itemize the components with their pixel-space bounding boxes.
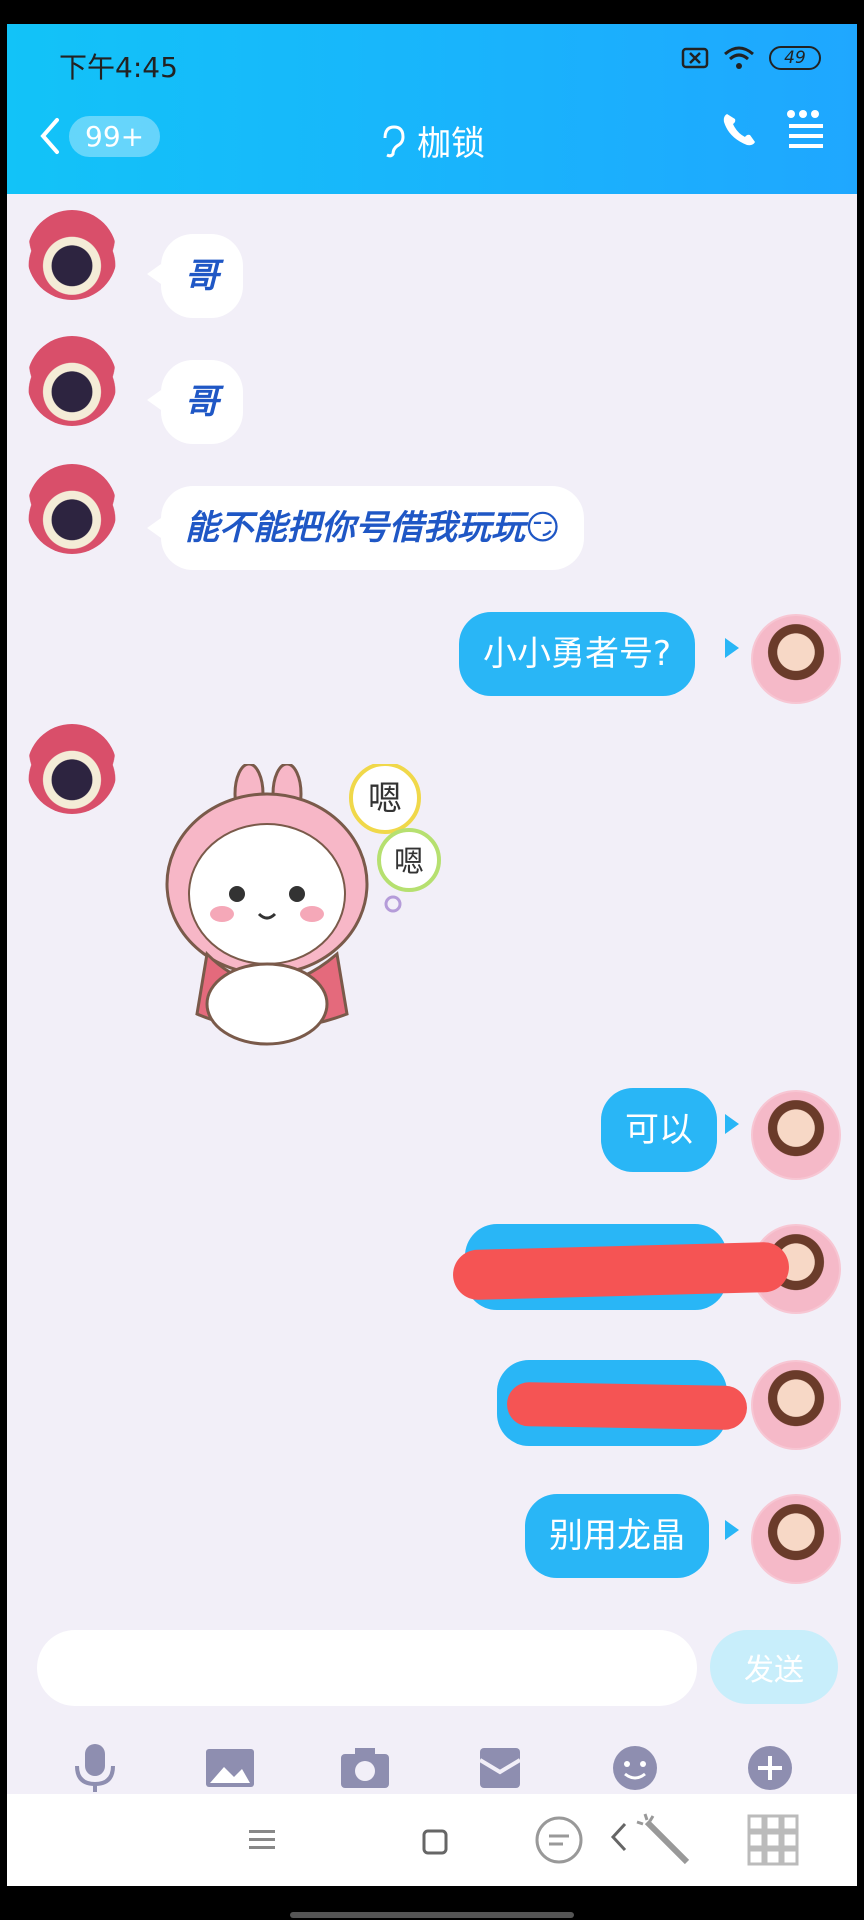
bubble-tail xyxy=(147,264,161,284)
recents-icon[interactable] xyxy=(247,1828,277,1852)
avatar-contact[interactable] xyxy=(27,724,117,814)
wallet-icon[interactable] xyxy=(470,1738,530,1798)
chat-title-text: 枷锁 xyxy=(417,124,485,164)
avatar-self[interactable] xyxy=(751,1360,841,1450)
floating-note-icon[interactable] xyxy=(531,1814,591,1866)
emoji-icon[interactable] xyxy=(605,1738,665,1798)
sticker-text: 嗯 xyxy=(394,845,424,880)
bubble-tail xyxy=(725,1114,739,1134)
status-time: 下午4:45 xyxy=(59,51,178,84)
bubble-tail xyxy=(147,518,161,538)
home-icon[interactable] xyxy=(421,1828,449,1856)
bunny-sticker[interactable]: 嗯 嗯 xyxy=(147,764,467,1064)
bubble-tail xyxy=(147,390,161,410)
menu-icon[interactable] xyxy=(783,108,827,152)
avatar-self[interactable] xyxy=(751,614,841,704)
header-actions xyxy=(719,108,827,152)
camera-icon[interactable] xyxy=(335,1738,395,1798)
home-indicator xyxy=(290,1912,574,1918)
chat-screen: 下午4:45 49 99+ 枷锁 哥 哥 能不能把你号借我玩玩😏 小小勇者号? xyxy=(7,24,857,1886)
system-nav-bar xyxy=(7,1794,857,1886)
status-icons: 49 xyxy=(681,46,821,70)
message-bubble-right[interactable]: 小小勇者号? xyxy=(459,612,696,696)
sim-off-icon xyxy=(681,47,709,69)
sticker-text: 嗯 xyxy=(368,779,402,819)
phone-icon[interactable] xyxy=(719,110,759,150)
back-nav-icon[interactable] xyxy=(609,1820,629,1854)
message-bubble-left[interactable]: 能不能把你号借我玩玩😏 xyxy=(161,486,585,570)
redaction-mark xyxy=(452,1241,790,1301)
magic-wand-icon[interactable] xyxy=(635,1812,695,1868)
plus-icon[interactable] xyxy=(740,1738,800,1798)
ear-icon xyxy=(383,124,405,157)
avatar-self[interactable] xyxy=(751,1494,841,1584)
battery-indicator: 49 xyxy=(769,46,821,70)
avatar-contact[interactable] xyxy=(27,210,117,300)
message-bubble-left[interactable]: 哥 xyxy=(161,360,243,444)
wifi-icon xyxy=(724,46,754,69)
app-grid-icon[interactable] xyxy=(747,1814,799,1866)
composer: 发送 xyxy=(7,1624,857,1724)
bubble-tail xyxy=(725,1520,739,1540)
message-bubble-right[interactable]: 别用龙晶 xyxy=(525,1494,709,1578)
message-input[interactable] xyxy=(37,1630,697,1706)
avatar-self[interactable] xyxy=(751,1090,841,1180)
avatar-contact[interactable] xyxy=(27,336,117,426)
send-button[interactable]: 发送 xyxy=(710,1630,838,1704)
mic-icon[interactable] xyxy=(65,1738,125,1798)
message-bubble-right[interactable]: 可以 xyxy=(601,1088,717,1172)
header: 下午4:45 49 99+ 枷锁 xyxy=(7,24,857,194)
redaction-mark xyxy=(506,1381,748,1431)
image-icon[interactable] xyxy=(200,1738,260,1798)
message-bubble-left[interactable]: 哥 xyxy=(161,234,243,318)
bubble-tail xyxy=(725,638,739,658)
avatar-contact[interactable] xyxy=(27,464,117,554)
